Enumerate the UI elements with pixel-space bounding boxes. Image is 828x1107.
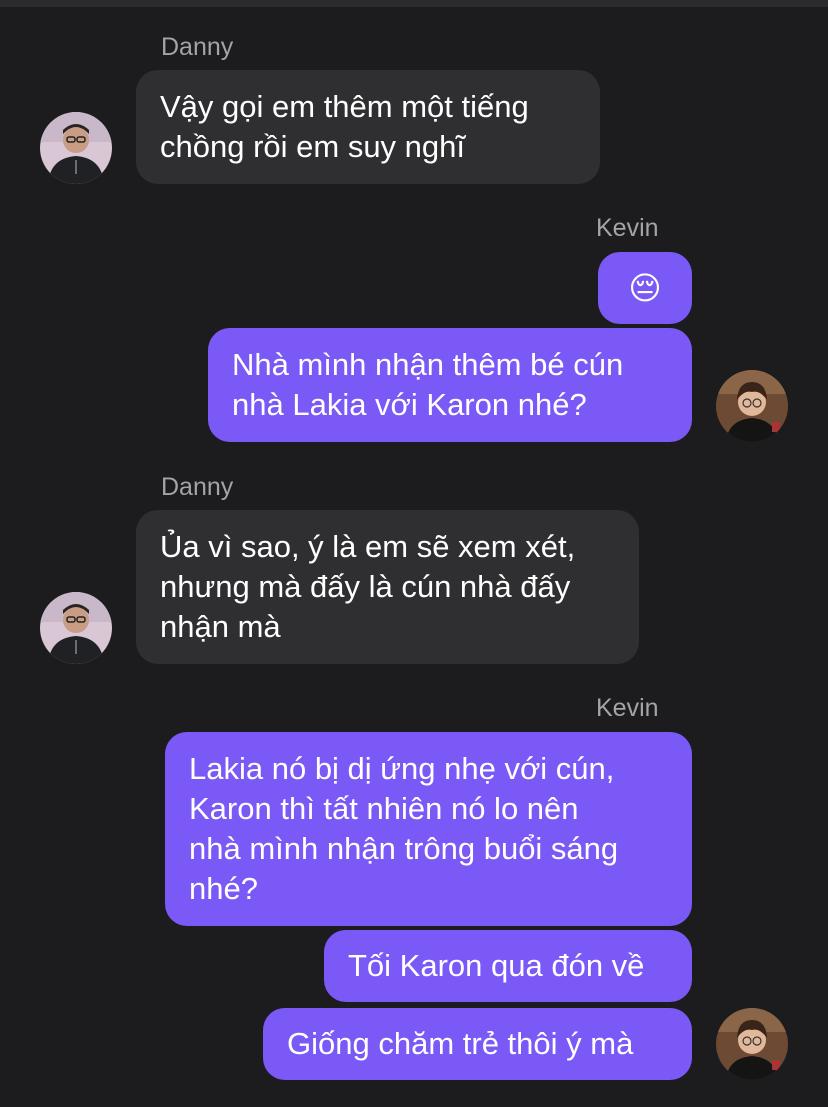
message-line: Karon thì tất nhiên nó lo nên [189, 791, 579, 826]
avatar-kevin[interactable] [716, 370, 788, 442]
message-line: Lakia nó bị dị ứng nhẹ với cún, [189, 751, 615, 786]
message-line: Tối Karon qua đón về [348, 948, 645, 983]
sender-name-danny: Danny [161, 473, 234, 501]
sender-name-kevin: Kevin [596, 214, 659, 242]
avatar-kevin[interactable] [716, 1008, 788, 1080]
message-line: Nhà mình nhận thêm bé cún [232, 347, 624, 382]
message-line: Ủa vì sao, ý là em sẽ xem xét, [160, 529, 576, 564]
message-line: nhưng mà đấy là cún nhà đấy [160, 569, 571, 604]
message-bubble-incoming[interactable]: Ủa vì sao, ý là em sẽ xem xét, nhưng mà … [136, 510, 639, 664]
message-line: chồng rồi em suy nghĩ [160, 129, 466, 164]
message-line: nhà Lakia với Karon nhé? [232, 387, 587, 422]
message-line: Giống chăm trẻ thôi ý mà [287, 1026, 634, 1061]
message-bubble-outgoing[interactable]: Giống chăm trẻ thôi ý mà [263, 1008, 692, 1080]
message-bubble-outgoing[interactable]: Lakia nó bị dị ứng nhẹ với cún, Karon th… [165, 732, 692, 926]
message-line: Vậy gọi em thêm một tiếng [160, 89, 529, 124]
message-line: nhé? [189, 871, 258, 906]
message-line: nhận mà [160, 609, 281, 644]
avatar-danny[interactable] [40, 112, 112, 184]
message-bubble-outgoing[interactable]: Nhà mình nhận thêm bé cún nhà Lakia với … [208, 328, 692, 442]
message-bubble-outgoing-emoji[interactable]: 😔 [598, 252, 692, 324]
sender-name-danny: Danny [161, 33, 234, 61]
message-bubble-outgoing[interactable]: Tối Karon qua đón về [324, 930, 692, 1002]
emoji-pensive-icon: 😔 [628, 270, 662, 306]
avatar-danny[interactable] [40, 592, 112, 664]
sender-name-kevin: Kevin [596, 694, 659, 722]
message-line: nhà mình nhận trông buổi sáng [189, 831, 619, 866]
message-bubble-incoming[interactable]: Vậy gọi em thêm một tiếng chồng rồi em s… [136, 70, 600, 184]
top-bar [0, 0, 828, 7]
